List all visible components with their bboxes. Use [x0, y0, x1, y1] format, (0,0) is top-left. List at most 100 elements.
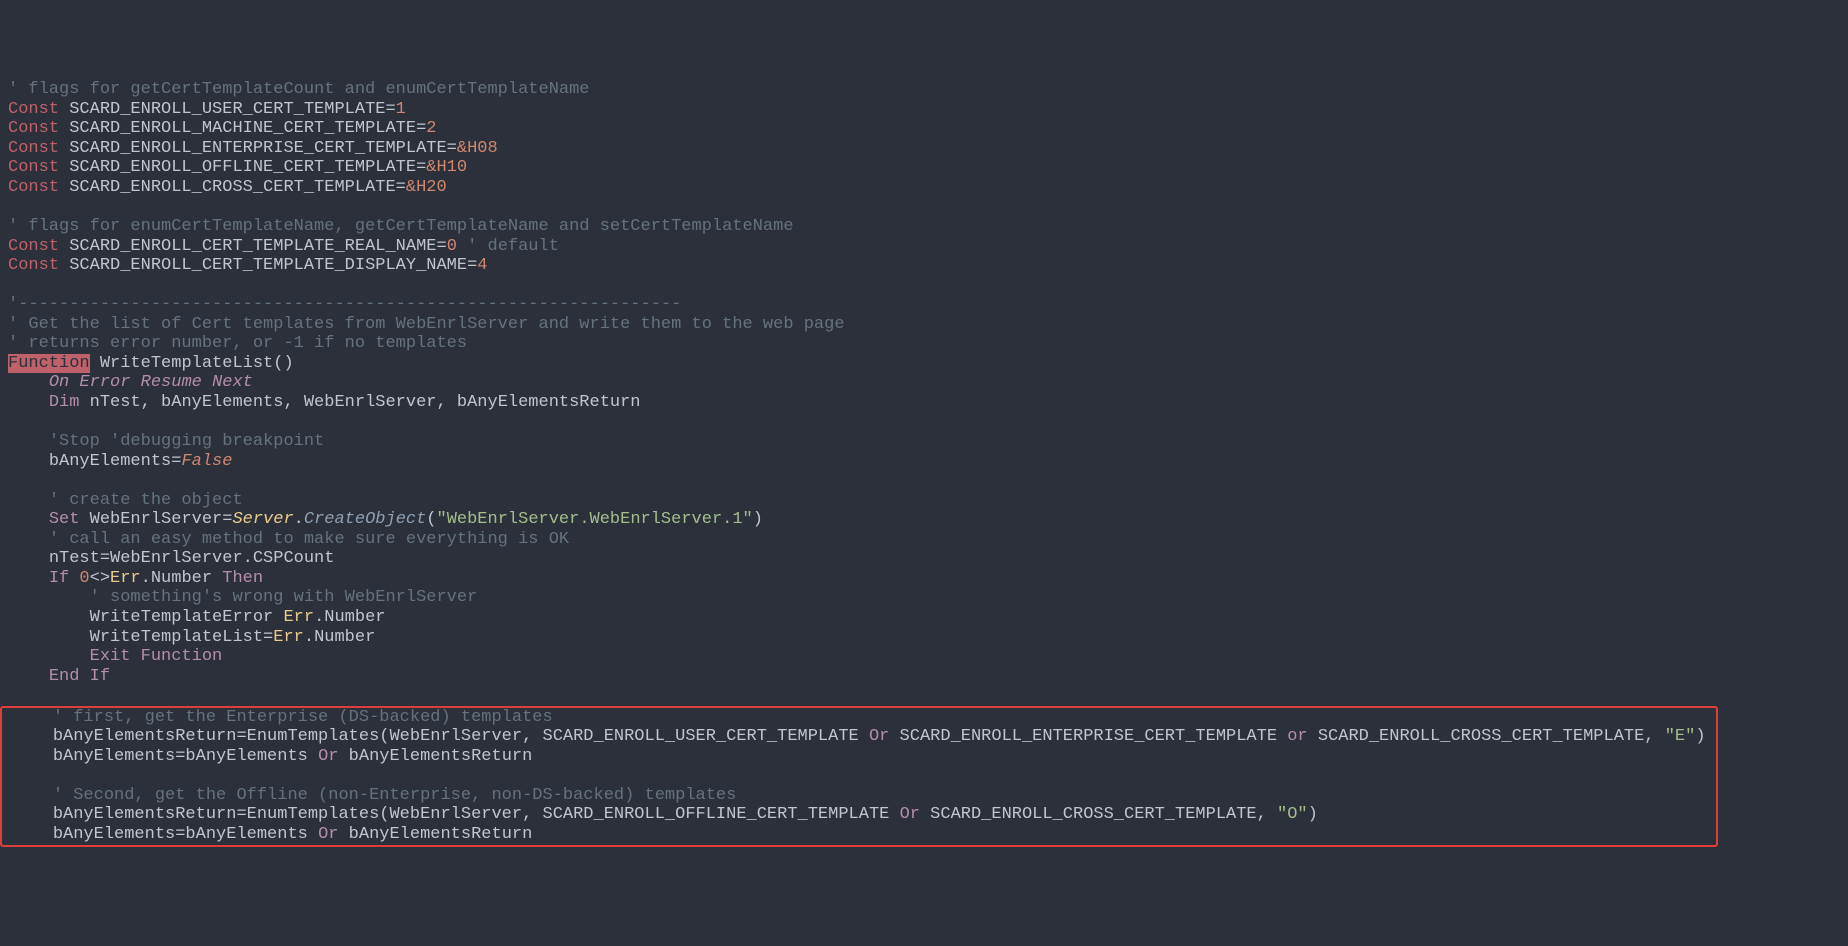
identifier: bAnyElementsReturn	[338, 825, 532, 844]
indent	[8, 588, 90, 607]
code-line: Const SCARD_ENROLL_CERT_TEMPLATE_REAL_NA…	[0, 237, 1848, 257]
code-line: ' something's wrong with WebEnrlServer	[0, 588, 1848, 608]
comment-text: ' something's wrong with WebEnrlServer	[90, 588, 478, 607]
identifier: .Number	[314, 608, 385, 627]
operator: <>	[90, 569, 110, 588]
code-line: ' Second, get the Offline (non-Enterpris…	[4, 786, 1714, 806]
indent	[8, 530, 49, 549]
identifier: .Number	[141, 569, 223, 588]
identifier: WriteTemplateList=	[90, 628, 274, 647]
code-line: bAnyElementsReturn=EnumTemplates(WebEnrl…	[4, 805, 1714, 825]
comment-text: 'Stop 'debugging breakpoint	[49, 432, 324, 451]
blank-line	[0, 197, 1848, 217]
indent	[12, 727, 53, 746]
code-editor[interactable]: ' flags for getCertTemplateCount and enu…	[0, 80, 1848, 846]
comment-text: ' Second, get the Offline (non-Enterpris…	[53, 786, 737, 805]
indent	[8, 549, 49, 568]
string-literal: "O"	[1277, 805, 1308, 824]
method-name: CreateObject	[304, 510, 426, 529]
identifier: bAnyElementsReturn=EnumTemplates(WebEnrl…	[53, 805, 900, 824]
identifier: WriteTemplateError	[90, 608, 284, 627]
code-line: '---------------------------------------…	[0, 295, 1848, 315]
const-keyword: Const	[8, 119, 59, 138]
indent	[8, 491, 49, 510]
identifier: bAnyElements=bAnyElements	[53, 747, 318, 766]
const-keyword: Const	[8, 237, 59, 256]
comment-text: ' call an easy method to make sure every…	[49, 530, 569, 549]
identifier: WebEnrlServer=	[79, 510, 232, 529]
highlighted-code-region: ' first, get the Enterprise (DS-backed) …	[0, 706, 1718, 847]
indent	[8, 667, 49, 686]
indent	[12, 786, 53, 805]
code-line: WriteTemplateError Err.Number	[0, 608, 1848, 628]
indent	[12, 708, 53, 727]
identifier: SCARD_ENROLL_CROSS_CERT_TEMPLATE,	[1308, 727, 1665, 746]
function-keyword-highlighted: Function	[8, 354, 90, 373]
keyword: Or	[318, 825, 338, 844]
code-line: End If	[0, 667, 1848, 687]
comment-text: ' returns error number, or -1 if no temp…	[8, 334, 467, 353]
identifier: bAnyElements=bAnyElements	[53, 825, 318, 844]
keyword: Or	[900, 805, 920, 824]
code-line: ' first, get the Enterprise (DS-backed) …	[4, 708, 1714, 728]
blank-line	[0, 276, 1848, 296]
identifier: SCARD_ENROLL_MACHINE_CERT_TEMPLATE=	[59, 119, 426, 138]
code-line: Const SCARD_ENROLL_MACHINE_CERT_TEMPLATE…	[0, 119, 1848, 139]
indent	[12, 747, 53, 766]
keyword: or	[1287, 727, 1307, 746]
keyword: Error	[79, 373, 130, 392]
keyword: End	[49, 667, 80, 686]
number-literal: 0	[79, 569, 89, 588]
code-line: Const SCARD_ENROLL_OFFLINE_CERT_TEMPLATE…	[0, 158, 1848, 178]
code-line: Const SCARD_ENROLL_CROSS_CERT_TEMPLATE=&…	[0, 178, 1848, 198]
identifier: SCARD_ENROLL_USER_CERT_TEMPLATE=	[59, 100, 396, 119]
string-literal: "WebEnrlServer.WebEnrlServer.1"	[437, 510, 753, 529]
function-name: WriteTemplateList()	[90, 354, 294, 373]
keyword: If	[90, 667, 110, 686]
identifier: nTest=WebEnrlServer.CSPCount	[49, 549, 335, 568]
string-literal: "E"	[1665, 727, 1696, 746]
blank-line	[4, 766, 1714, 786]
comment-text: ' create the object	[49, 491, 243, 510]
code-line: ' flags for enumCertTemplateName, getCer…	[0, 217, 1848, 237]
indent	[8, 432, 49, 451]
code-line: bAnyElements=False	[0, 452, 1848, 472]
const-keyword: Const	[8, 139, 59, 158]
indent	[12, 805, 53, 824]
number-literal: &H10	[426, 158, 467, 177]
code-line: 'Stop 'debugging breakpoint	[0, 432, 1848, 452]
code-line: Exit Function	[0, 647, 1848, 667]
code-line: bAnyElements=bAnyElements Or bAnyElement…	[4, 747, 1714, 767]
indent	[8, 373, 49, 392]
keyword: Next	[212, 373, 253, 392]
keyword: Or	[869, 727, 889, 746]
identifier: SCARD_ENROLL_ENTERPRISE_CERT_TEMPLATE	[889, 727, 1287, 746]
identifier: bAnyElements=	[49, 452, 182, 471]
code-line: Const SCARD_ENROLL_ENTERPRISE_CERT_TEMPL…	[0, 139, 1848, 159]
const-keyword: Const	[8, 100, 59, 119]
identifier: SCARD_ENROLL_CERT_TEMPLATE_REAL_NAME=	[59, 237, 447, 256]
code-line: WriteTemplateList=Err.Number	[0, 628, 1848, 648]
code-line: ' call an easy method to make sure every…	[0, 530, 1848, 550]
identifier: .Number	[304, 628, 375, 647]
number-literal: &H20	[406, 178, 447, 197]
identifier: SCARD_ENROLL_CERT_TEMPLATE_DISPLAY_NAME=	[59, 256, 477, 275]
code-line: Const SCARD_ENROLL_USER_CERT_TEMPLATE=1	[0, 100, 1848, 120]
blank-line	[0, 471, 1848, 491]
indent	[8, 628, 90, 647]
number-literal: 4	[477, 256, 487, 275]
code-line: Function WriteTemplateList()	[0, 354, 1848, 374]
code-line: Dim nTest, bAnyElements, WebEnrlServer, …	[0, 393, 1848, 413]
code-line: ' Get the list of Cert templates from We…	[0, 315, 1848, 335]
keyword: Then	[222, 569, 263, 588]
identifier: SCARD_ENROLL_CROSS_CERT_TEMPLATE,	[920, 805, 1277, 824]
indent	[8, 393, 49, 412]
identifier: SCARD_ENROLL_CROSS_CERT_TEMPLATE=	[59, 178, 406, 197]
keyword: Or	[318, 747, 338, 766]
comment-text: ' flags for enumCertTemplateName, getCer…	[8, 217, 794, 236]
number-literal: 0	[447, 237, 457, 256]
code-line: On Error Resume Next	[0, 373, 1848, 393]
indent	[8, 452, 49, 471]
number-literal: 1	[396, 100, 406, 119]
keyword: Exit	[90, 647, 131, 666]
